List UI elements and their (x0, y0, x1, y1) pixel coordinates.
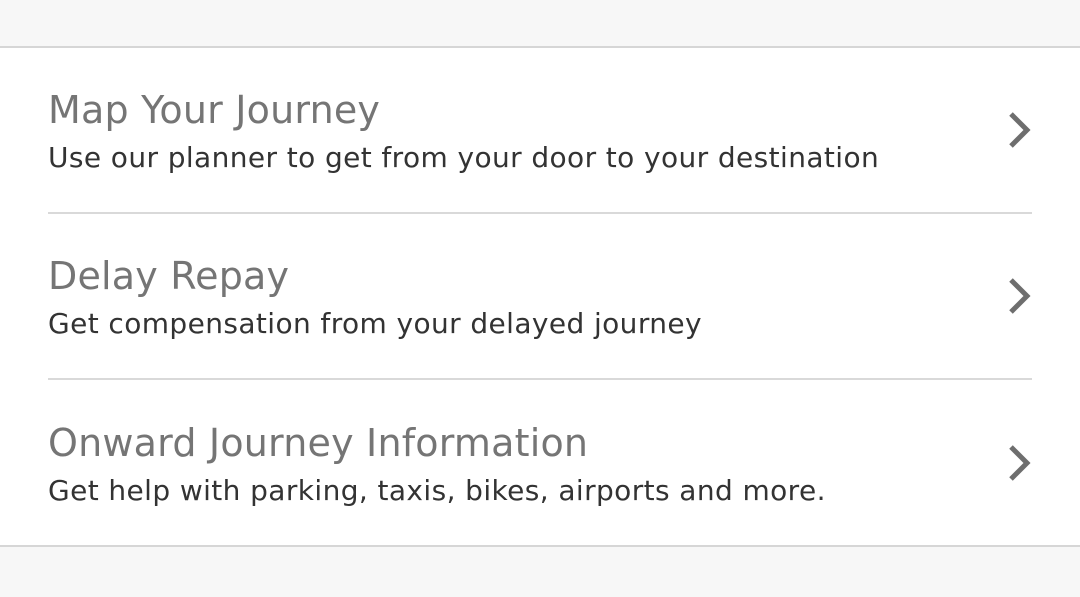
menu-item-subtitle: Get help with parking, taxis, bikes, air… (48, 474, 826, 507)
menu-item-onward-journey-information[interactable]: Onward Journey Information Get help with… (48, 380, 1032, 546)
menu-item-subtitle: Get compensation from your delayed journ… (48, 307, 702, 340)
top-spacer (0, 0, 1080, 48)
menu-item-subtitle: Use our planner to get from your door to… (48, 141, 880, 174)
menu-item-map-your-journey[interactable]: Map Your Journey Use our planner to get … (48, 48, 1032, 214)
menu-item-title: Delay Repay (48, 254, 290, 298)
chevron-right-icon[interactable] (1004, 443, 1034, 483)
chevron-right-icon[interactable] (1004, 110, 1034, 150)
menu-item-title: Map Your Journey (48, 88, 381, 132)
menu-item-delay-repay[interactable]: Delay Repay Get compensation from your d… (48, 214, 1032, 380)
menu-item-text: Delay Repay Get compensation from your d… (48, 245, 1004, 347)
chevron-right-icon[interactable] (1004, 276, 1034, 316)
menu-item-text: Map Your Journey Use our planner to get … (48, 79, 1004, 181)
journey-menu-card: Map Your Journey Use our planner to get … (0, 48, 1080, 547)
menu-item-title: Onward Journey Information (48, 421, 589, 465)
menu-item-text: Onward Journey Information Get help with… (48, 412, 1004, 514)
bottom-spacer (0, 547, 1080, 595)
